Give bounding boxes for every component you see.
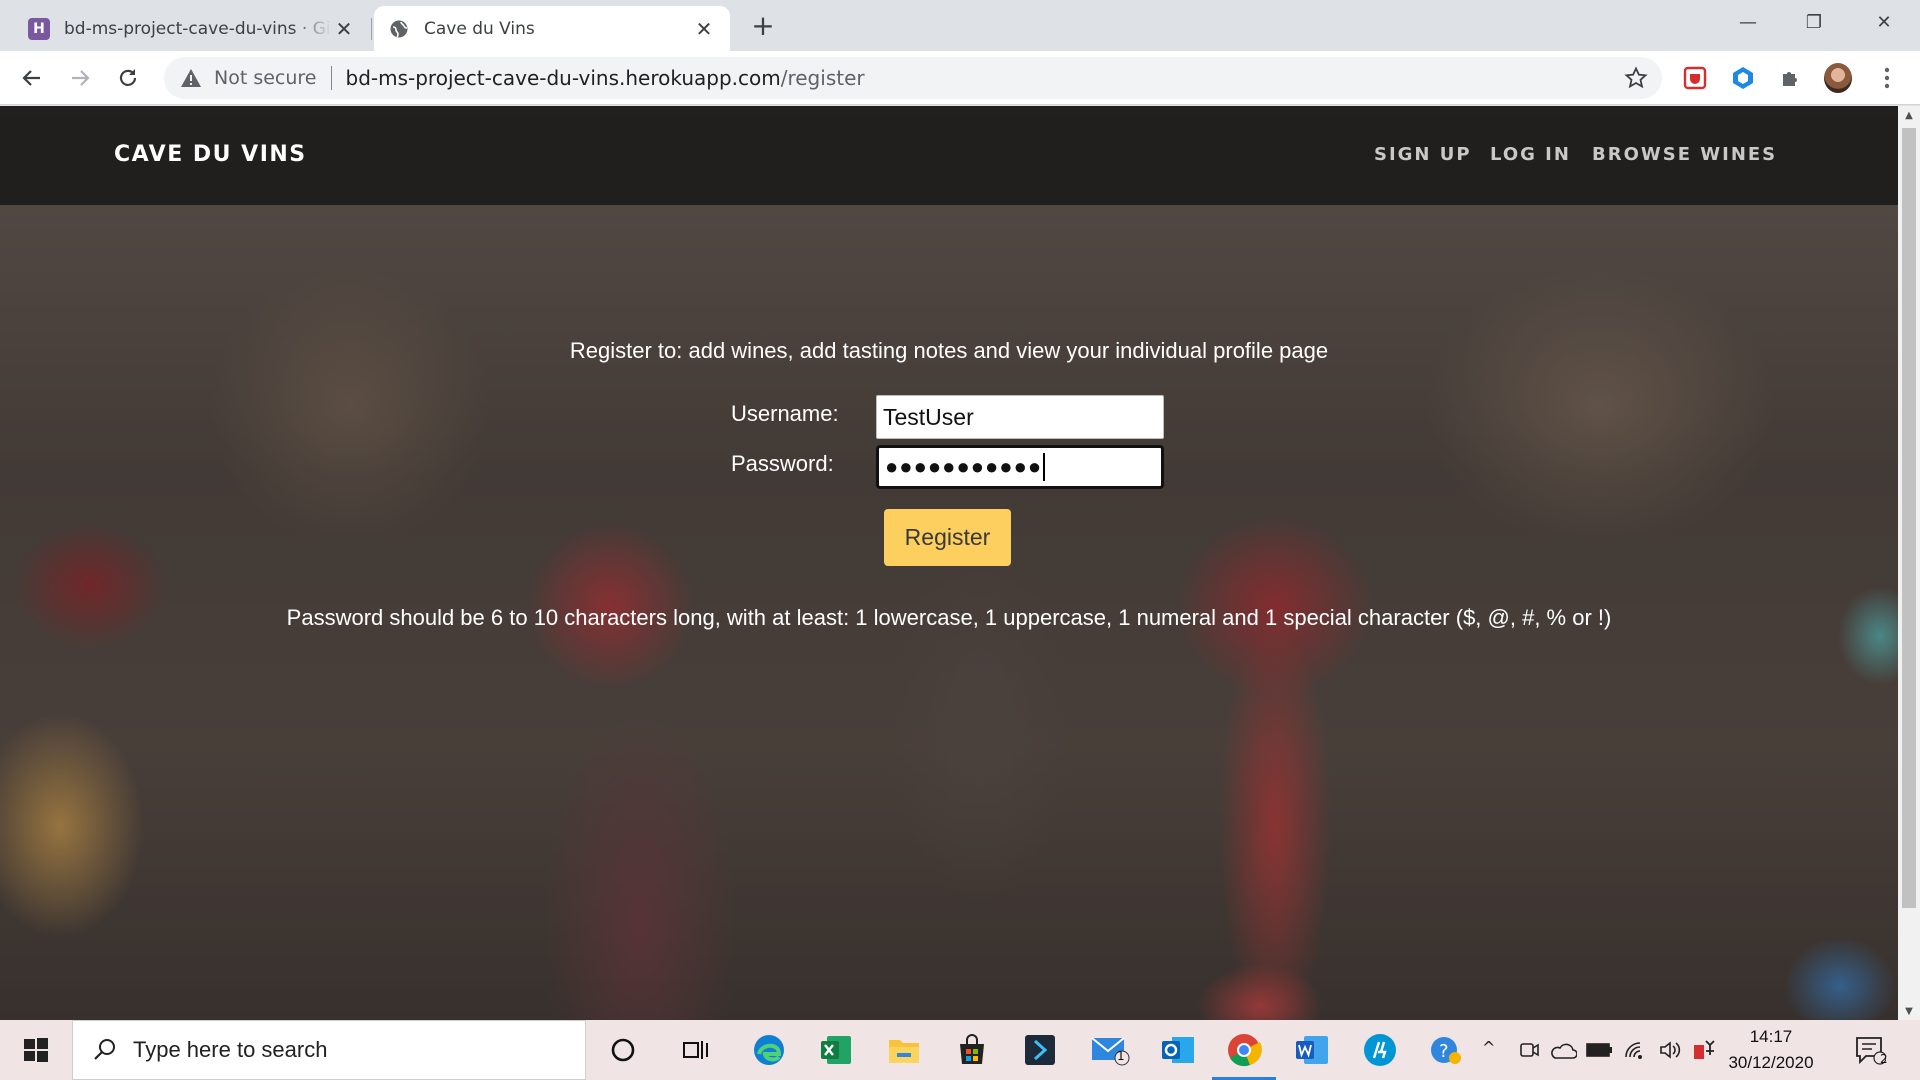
tray-chevron-icon[interactable]: ^ bbox=[1482, 1038, 1495, 1057]
minimize-icon[interactable]: — bbox=[1720, 0, 1776, 44]
scroll-up-icon[interactable]: ▲ bbox=[1898, 106, 1920, 124]
new-tab-icon[interactable]: + bbox=[748, 9, 778, 42]
windows-taskbar: Type here to search 1 ? ^ 14:17 30/12/20… bbox=[0, 1020, 1920, 1080]
browser-toolbar: Not secure bd-ms-project-cave-du-vins.he… bbox=[0, 51, 1920, 105]
word-icon[interactable] bbox=[1290, 1028, 1334, 1072]
password-mask: ●●●●●●●●●●● bbox=[885, 454, 1043, 479]
username-value: TestUser bbox=[883, 403, 974, 430]
meet-now-icon[interactable] bbox=[1516, 1028, 1542, 1072]
omnibox-divider bbox=[330, 66, 332, 90]
register-intro: Register to: add wines, add tasting note… bbox=[569, 338, 1329, 363]
address-bar[interactable]: Not secure bd-ms-project-cave-du-vins.he… bbox=[164, 57, 1662, 99]
back-icon[interactable] bbox=[14, 60, 50, 96]
windows-start-icon[interactable] bbox=[0, 1020, 72, 1080]
url-path: /register bbox=[780, 66, 865, 90]
onedrive-icon[interactable] bbox=[1548, 1028, 1578, 1072]
notification-badge: 2 bbox=[1880, 1052, 1888, 1066]
close-icon[interactable]: ✕ bbox=[692, 17, 716, 41]
powershell-icon[interactable] bbox=[1018, 1028, 1062, 1072]
profile-avatar[interactable] bbox=[1824, 63, 1852, 93]
mail-badge: 1 bbox=[1117, 1049, 1125, 1063]
close-icon[interactable]: ✕ bbox=[332, 17, 356, 41]
clock-time: 14:17 bbox=[1749, 1027, 1793, 1046]
system-clock[interactable]: 14:17 30/12/2020 bbox=[1716, 1024, 1826, 1076]
extension-hex-icon[interactable] bbox=[1729, 64, 1757, 92]
page-scrollbar[interactable]: ▲ ▼ bbox=[1898, 106, 1920, 1020]
tab-github[interactable]: H bd-ms-project-cave-du-vins · GitHub ✕ bbox=[14, 6, 370, 51]
task-view-icon[interactable] bbox=[674, 1028, 718, 1072]
search-icon bbox=[94, 1039, 115, 1060]
clock-date: 30/12/2020 bbox=[1728, 1053, 1814, 1072]
password-label: Password: bbox=[731, 451, 834, 476]
register-button[interactable]: Register bbox=[884, 509, 1011, 566]
hp-icon[interactable] bbox=[1358, 1028, 1402, 1072]
scroll-down-icon[interactable]: ▼ bbox=[1898, 1002, 1920, 1020]
svg-text:?: ? bbox=[1439, 1041, 1449, 1062]
battery-icon[interactable] bbox=[1584, 1028, 1614, 1072]
username-label: Username: bbox=[731, 401, 839, 426]
notifications-icon[interactable]: 2 bbox=[1848, 1028, 1892, 1072]
wifi-icon[interactable] bbox=[1622, 1028, 1650, 1072]
extensions-puzzle-icon[interactable] bbox=[1777, 64, 1805, 92]
tab-title: bd-ms-project-cave-du-vins · GitHub bbox=[64, 18, 332, 39]
cortana-icon[interactable] bbox=[601, 1028, 645, 1072]
mail-icon[interactable]: 1 bbox=[1088, 1028, 1132, 1072]
heroku-icon: H bbox=[28, 17, 50, 40]
taskbar-search[interactable]: Type here to search bbox=[72, 1020, 586, 1080]
close-window-icon[interactable]: ✕ bbox=[1856, 0, 1912, 44]
site-brand[interactable]: CAVE DU VINS bbox=[114, 142, 307, 167]
url-host: bd-ms-project-cave-du-vins.herokuapp.com bbox=[345, 66, 781, 90]
extension-shield-icon[interactable] bbox=[1681, 64, 1709, 92]
tab-title: Cave du Vins bbox=[424, 18, 535, 39]
search-placeholder: Type here to search bbox=[133, 1037, 328, 1062]
password-requirements: Password should be 6 to 10 characters lo… bbox=[286, 605, 1612, 630]
bookmark-star-icon[interactable] bbox=[1624, 66, 1648, 90]
password-field[interactable]: ●●●●●●●●●●● bbox=[876, 445, 1164, 489]
tab-cave-du-vins[interactable]: Cave du Vins ✕ bbox=[374, 6, 730, 51]
edge-icon[interactable] bbox=[747, 1028, 791, 1072]
volume-icon[interactable] bbox=[1656, 1028, 1684, 1072]
forward-icon[interactable] bbox=[62, 60, 98, 96]
chrome-icon[interactable] bbox=[1212, 1028, 1276, 1080]
nav-log-in[interactable]: LOG IN bbox=[1490, 144, 1571, 165]
outlook-icon[interactable] bbox=[1156, 1028, 1200, 1072]
menu-kebab-icon[interactable] bbox=[1873, 64, 1901, 92]
tab-divider bbox=[371, 18, 372, 40]
tab-strip: H bd-ms-project-cave-du-vins · GitHub ✕ … bbox=[0, 0, 1920, 51]
username-field[interactable]: TestUser bbox=[876, 395, 1164, 439]
globe-icon bbox=[388, 18, 410, 40]
excel-icon[interactable] bbox=[814, 1028, 858, 1072]
reload-icon[interactable] bbox=[110, 60, 146, 96]
restore-icon[interactable]: ❐ bbox=[1786, 0, 1842, 44]
security-label[interactable]: Not secure bbox=[214, 67, 317, 89]
page-viewport: CAVE DU VINS SIGN UP LOG IN BROWSE WINES… bbox=[0, 106, 1898, 1020]
store-icon[interactable] bbox=[950, 1028, 994, 1072]
scroll-thumb[interactable] bbox=[1902, 128, 1916, 908]
site-navbar: CAVE DU VINS SIGN UP LOG IN BROWSE WINES bbox=[0, 106, 1898, 205]
file-explorer-icon[interactable] bbox=[882, 1028, 926, 1072]
nav-browse-wines[interactable]: BROWSE WINES bbox=[1592, 144, 1777, 165]
warning-icon[interactable] bbox=[180, 67, 202, 89]
help-icon[interactable]: ? bbox=[1424, 1028, 1468, 1072]
nav-sign-up[interactable]: SIGN UP bbox=[1374, 144, 1472, 165]
text-caret bbox=[1043, 453, 1046, 481]
